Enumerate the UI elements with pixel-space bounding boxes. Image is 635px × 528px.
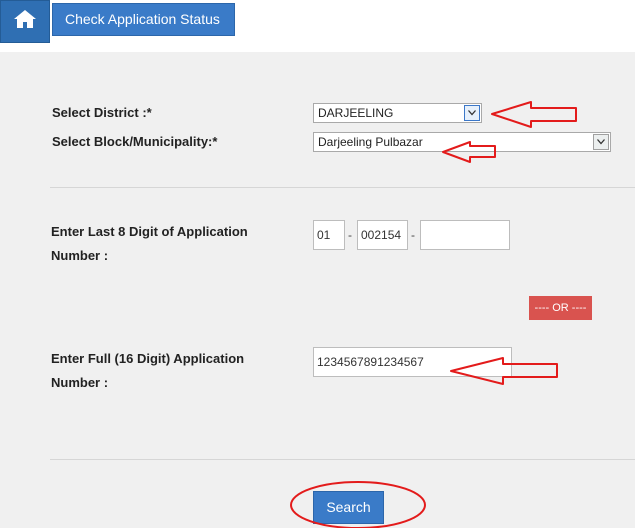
block-select-value: Darjeeling Pulbazar (318, 135, 423, 149)
divider (50, 187, 635, 188)
home-icon (13, 8, 37, 35)
full16-label-line1: Enter Full (16 Digit) Application (51, 351, 245, 366)
app-number-part3-input[interactable] (420, 220, 510, 250)
district-label: Select District :* (52, 105, 152, 120)
separator: - (411, 228, 415, 242)
page-title-tab: Check Application Status (52, 3, 235, 36)
chevron-down-icon[interactable] (464, 105, 480, 121)
divider (50, 459, 635, 460)
last8-label-line2: Number : (51, 248, 109, 263)
block-label: Select Block/Municipality:* (52, 134, 218, 149)
app-number-part1-input[interactable]: 01 (313, 220, 345, 250)
full-app-number-input[interactable]: 1234567891234567 (313, 347, 512, 377)
district-select-value: DARJEELING (318, 106, 394, 120)
block-select[interactable]: Darjeeling Pulbazar (313, 132, 611, 152)
search-button[interactable]: Search (313, 491, 384, 524)
district-select[interactable]: DARJEELING (313, 103, 482, 123)
full16-label-line2: Number : (51, 375, 109, 390)
home-button[interactable] (0, 0, 50, 43)
last8-label-line1: Enter Last 8 Digit of Application (51, 224, 248, 239)
top-bar: Check Application Status (0, 0, 635, 52)
app-number-part2-input[interactable]: 002154 (357, 220, 408, 250)
or-separator-badge: ---- OR ---- (529, 296, 592, 320)
separator: - (348, 228, 352, 242)
chevron-down-icon[interactable] (593, 134, 609, 150)
